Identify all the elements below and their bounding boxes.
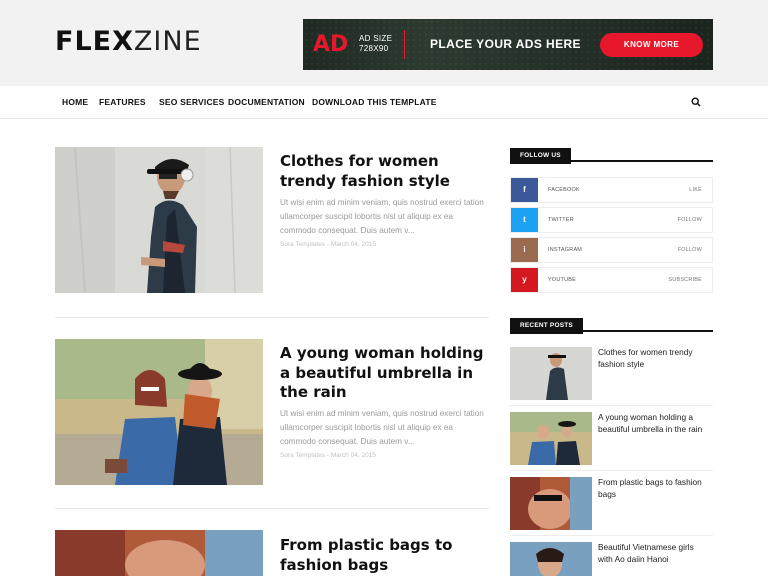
nav-item-features[interactable]: FEATURES (99, 97, 146, 107)
recent-post-divider (510, 405, 713, 406)
social-action[interactable]: FOLLOW (678, 247, 702, 253)
follow-us-heading: FOLLOW US (510, 144, 713, 164)
post-divider (55, 317, 489, 318)
recent-post-thumbnail[interactable] (510, 542, 592, 576)
recent-post-divider (510, 535, 713, 536)
recent-posts-title: RECENT POSTS (510, 318, 583, 334)
post-meta: Sora Templates - March 04, 2015 (280, 452, 376, 459)
site-logo[interactable]: FLEXZINE (55, 27, 202, 57)
social-action[interactable]: LIKE (689, 187, 702, 193)
ad-divider (404, 30, 405, 59)
logo-bold-text: FLEX (55, 26, 134, 57)
recent-post-title[interactable]: Beautiful Vietnamese girls with Ao daiin… (598, 542, 710, 565)
post-title[interactable]: From plastic bags to fashion bags (280, 536, 490, 575)
nav-item-home[interactable]: HOME (62, 97, 88, 107)
post-title[interactable]: Clothes for women trendy fashion style (280, 152, 490, 191)
know-more-button[interactable]: KNOW MORE (600, 33, 703, 57)
social-twitter[interactable]: t TWITTER FOLLOW (510, 207, 713, 233)
ad-size-value: 728X90 (359, 44, 389, 53)
recent-post-thumbnail[interactable] (510, 347, 592, 400)
ad-banner[interactable]: AD AD SIZE 728X90 PLACE YOUR ADS HERE KN… (303, 19, 713, 70)
social-facebook[interactable]: f FACEBOOK LIKE (510, 177, 713, 203)
post-image[interactable] (55, 530, 263, 576)
social-name: FACEBOOK (548, 187, 580, 193)
social-name: TWITTER (548, 217, 574, 223)
ad-headline: PLACE YOUR ADS HERE (430, 37, 581, 51)
post-image[interactable] (55, 339, 263, 485)
facebook-icon: f (511, 178, 538, 202)
ad-size-label: AD SIZE 728X90 (359, 34, 392, 54)
post-excerpt: Ut wisi enim ad minim veniam, quis nostr… (280, 198, 484, 235)
recent-post-title[interactable]: From plastic bags to fashion bags (598, 477, 710, 500)
search-icon[interactable] (691, 97, 701, 107)
social-name: INSTAGRAM (548, 247, 583, 253)
post-image[interactable] (55, 147, 263, 293)
recent-post-title[interactable]: Clothes for women trendy fashion style (598, 347, 710, 370)
logo-light-text: ZINE (133, 26, 202, 57)
follow-us-title: FOLLOW US (510, 148, 571, 164)
instagram-icon: i (511, 238, 538, 262)
youtube-icon: y (511, 268, 538, 292)
nav-item-download-template[interactable]: DOWNLOAD THIS TEMPLATE (312, 97, 437, 107)
social-youtube[interactable]: y YOUTUBE SUBSCRIBE (510, 267, 713, 293)
nav-item-seo-services[interactable]: SEO SERVICES (159, 97, 225, 107)
social-action[interactable]: SUBSCRIBE (668, 277, 702, 283)
ad-size-caption: AD SIZE (359, 34, 393, 43)
nav-item-documentation[interactable]: DOCUMENTATION (228, 97, 305, 107)
recent-posts-heading: RECENT POSTS (510, 314, 713, 334)
post-meta: Sora Templates - March 04, 2015 (280, 241, 376, 248)
social-name: YOUTUBE (548, 277, 576, 283)
site-header: FLEXZINE AD AD SIZE 728X90 PLACE YOUR AD… (0, 0, 768, 86)
recent-post-title[interactable]: A young woman holding a beautiful umbrel… (598, 412, 710, 435)
post-divider (55, 508, 489, 509)
recent-post-thumbnail[interactable] (510, 412, 592, 465)
main-nav: HOME FEATURES SEO SERVICES DOCUMENTATION… (0, 86, 768, 119)
post-excerpt: Ut wisi enim ad minim veniam, quis nostr… (280, 409, 484, 446)
social-action[interactable]: FOLLOW (678, 217, 702, 223)
twitter-icon: t (511, 208, 538, 232)
post-title[interactable]: A young woman holding a beautiful umbrel… (280, 344, 490, 403)
recent-post-divider (510, 470, 713, 471)
recent-post-thumbnail[interactable] (510, 477, 592, 530)
ad-label: AD (313, 32, 349, 57)
social-instagram[interactable]: i INSTAGRAM FOLLOW (510, 237, 713, 263)
